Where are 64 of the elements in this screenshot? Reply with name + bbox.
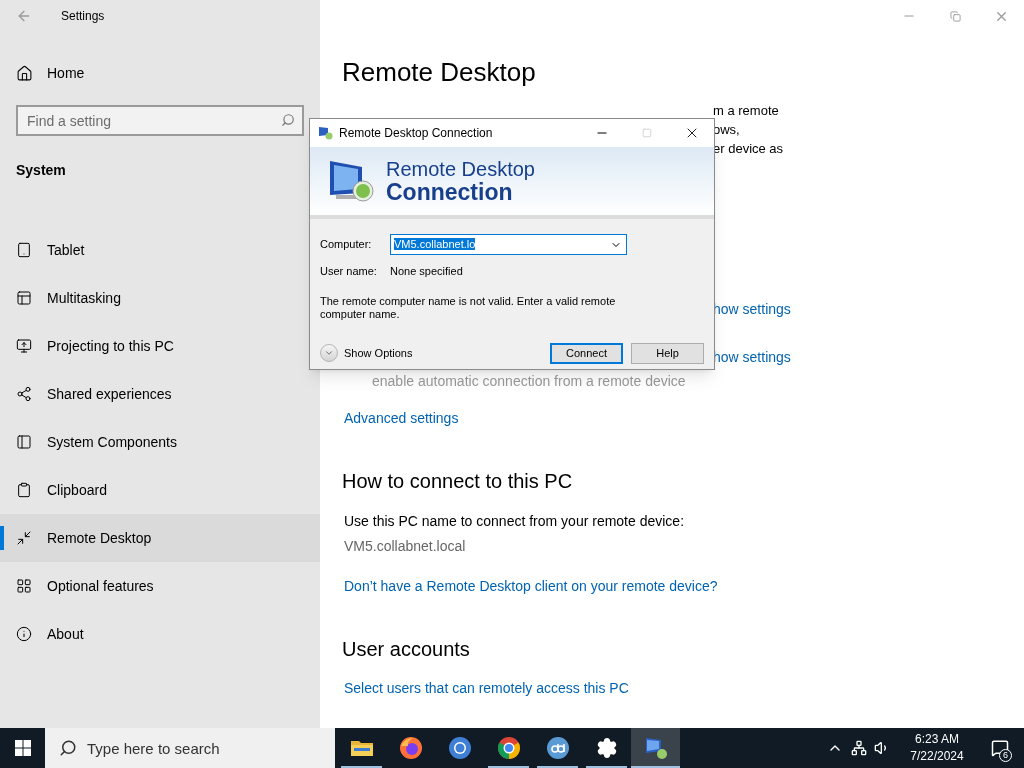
share-icon bbox=[16, 386, 32, 402]
settings-icon bbox=[595, 737, 618, 759]
description-text: m a remote bbox=[713, 102, 780, 120]
search-field[interactable]: Find a setting bbox=[16, 105, 304, 136]
notification-icon bbox=[991, 739, 1009, 757]
banner-subtitle: Connection bbox=[386, 181, 513, 204]
home-icon bbox=[16, 64, 33, 82]
banner-title: Remote Desktop bbox=[386, 158, 535, 181]
advanced-settings-link[interactable]: Advanced settings bbox=[344, 409, 1024, 428]
arrows-icon bbox=[16, 530, 32, 546]
section-heading: How to connect to this PC bbox=[342, 469, 574, 493]
show-options-button[interactable]: Show Options bbox=[320, 344, 413, 362]
instruction-text: Use this PC name to connect from your remote device: bbox=[344, 512, 686, 531]
multitasking-icon bbox=[16, 290, 32, 306]
panel-icon bbox=[16, 434, 32, 450]
tablet-icon bbox=[16, 242, 32, 258]
client-link[interactable]: Don’t have a Remote Desktop client on your remote device? bbox=[344, 577, 1024, 596]
qb-icon bbox=[545, 736, 570, 760]
dialog-title: Remote Desktop Connection bbox=[339, 125, 494, 142]
section-heading: System bbox=[16, 161, 67, 180]
monitor-icon bbox=[16, 338, 32, 354]
nav-item[interactable]: Projecting to this PC bbox=[0, 322, 320, 370]
user-name-value: None specified bbox=[390, 264, 463, 279]
computer-combobox[interactable]: VM5.collabnet.lo bbox=[390, 234, 627, 255]
taskbar-search-field[interactable]: Type here to search bbox=[45, 728, 335, 768]
nav-item[interactable]: Clipboard bbox=[0, 466, 320, 514]
nav-item[interactable]: About bbox=[0, 610, 320, 658]
chrome-icon bbox=[496, 736, 521, 760]
nav-item[interactable]: Remote Desktop bbox=[0, 514, 320, 562]
nav-item[interactable]: Multitasking bbox=[0, 274, 320, 322]
user-name-label: User name: bbox=[320, 264, 378, 279]
nav-item[interactable]: Shared experiences bbox=[0, 370, 320, 418]
app-icon bbox=[318, 126, 333, 140]
nav-item[interactable]: Tablet bbox=[0, 226, 320, 274]
nav-item[interactable]: System Components bbox=[0, 418, 320, 466]
folder-icon bbox=[349, 738, 374, 758]
window-title: Settings bbox=[61, 8, 105, 25]
search-icon bbox=[281, 113, 295, 127]
maximize-icon bbox=[641, 128, 652, 138]
notification-count: 6 bbox=[999, 749, 1012, 762]
dialog-button[interactable]: Connect bbox=[550, 342, 623, 364]
clock-time[interactable]: 6:23 AM bbox=[915, 731, 959, 748]
restore-icon bbox=[949, 10, 961, 22]
page-title: Remote Desktop bbox=[342, 56, 537, 89]
search-icon bbox=[59, 739, 77, 757]
chromium-icon bbox=[447, 736, 472, 760]
pc-name-text: VM5.collabnet.local bbox=[344, 537, 467, 556]
computer-label: Computer: bbox=[320, 237, 373, 253]
clipboard-icon bbox=[16, 482, 32, 498]
hint-text: enable automatic connection from a remote device bbox=[372, 372, 687, 391]
network-icon[interactable] bbox=[851, 740, 867, 756]
info-icon bbox=[16, 626, 32, 642]
users-link[interactable]: Select users that can remotely access this PC bbox=[344, 679, 1024, 698]
error-message: The remote computer name is not valid. Enter a valid remote computer name. bbox=[320, 294, 617, 321]
windows-icon bbox=[14, 740, 31, 756]
home-item[interactable]: Home bbox=[16, 57, 320, 89]
grid-icon bbox=[16, 578, 32, 594]
expand-icon bbox=[320, 344, 338, 362]
section-heading: User accounts bbox=[342, 637, 471, 661]
clock-date[interactable]: 7/22/2024 bbox=[910, 748, 964, 765]
nav-item[interactable]: Optional features bbox=[0, 562, 320, 610]
dialog-button[interactable]: Help bbox=[631, 342, 704, 364]
firefox-icon bbox=[398, 736, 423, 760]
notification-button[interactable]: 6 bbox=[976, 728, 1024, 768]
